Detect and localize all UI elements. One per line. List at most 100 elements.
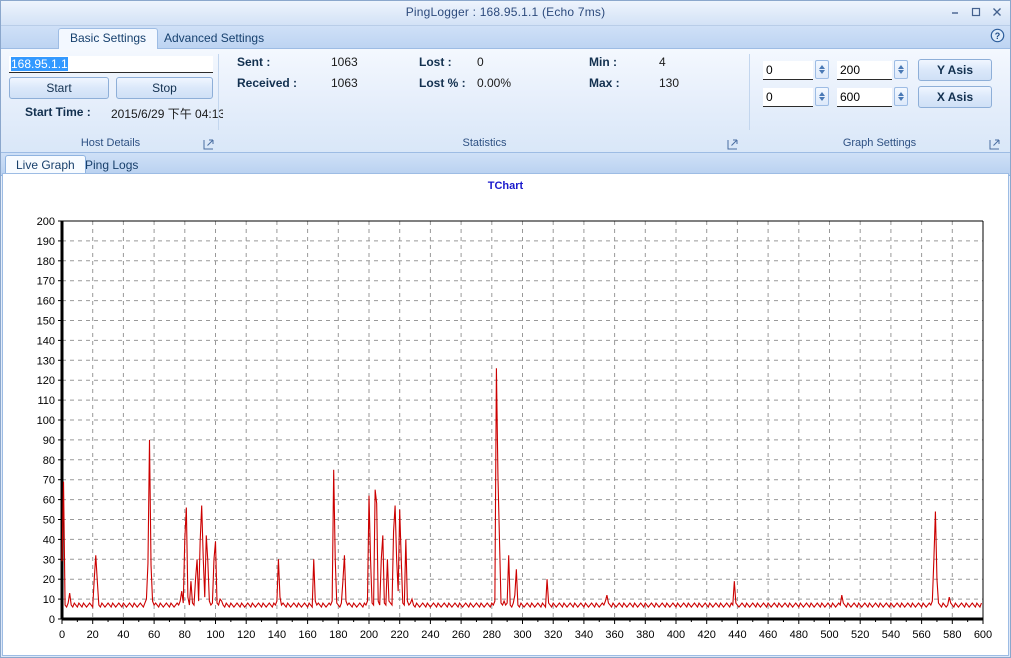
max-value: 130	[659, 76, 680, 90]
svg-text:60: 60	[43, 495, 55, 507]
group-divider-2	[749, 54, 750, 130]
svg-text:260: 260	[452, 629, 470, 641]
window-title: PingLogger : 168.95.1.1 (Echo 7ms)	[405, 5, 606, 19]
y-min-stepper[interactable]	[815, 60, 829, 79]
lost-percent-label: Lost % :	[419, 76, 466, 90]
svg-text:380: 380	[636, 629, 654, 641]
svg-text:40: 40	[43, 534, 55, 546]
ribbon-body: 168.95.1.1 Start Stop Start Time : 2015/…	[1, 49, 1010, 153]
svg-text:140: 140	[37, 335, 55, 347]
svg-text:30: 30	[43, 554, 55, 566]
svg-text:130: 130	[37, 355, 55, 367]
svg-text:70: 70	[43, 475, 55, 487]
lost-value: 0	[477, 55, 484, 69]
tab-advanced-settings[interactable]: Advanced Settings	[153, 29, 275, 48]
ping-line-chart[interactable]: 0 10 20 30 40 50 60 70 80 90 100 110 120 130 140 150 160…	[3, 174, 1010, 658]
group-statistics: Sent : 1063 Received : 1063 Lost : 0 Los…	[219, 49, 750, 152]
svg-text:560: 560	[912, 629, 930, 641]
chevron-up-icon	[819, 65, 825, 69]
min-label: Min :	[589, 55, 617, 69]
svg-text:0: 0	[49, 614, 55, 626]
lost-percent-value: 0.00%	[477, 76, 512, 90]
y-max-stepper[interactable]	[894, 60, 908, 79]
svg-text:200: 200	[360, 629, 378, 641]
x-axis-button[interactable]: X Asis	[918, 86, 992, 108]
svg-text:280: 280	[483, 629, 501, 641]
svg-text:0: 0	[59, 629, 65, 641]
svg-text:220: 220	[391, 629, 409, 641]
host-ip-input[interactable]: 168.95.1.1	[9, 56, 213, 73]
statistics-group-label: Statistics	[462, 137, 507, 149]
host-details-group-label: Host Details	[80, 137, 141, 149]
svg-text:?: ?	[995, 31, 1001, 41]
y-max-input[interactable]: 200	[837, 61, 892, 80]
svg-text:20: 20	[87, 629, 99, 641]
svg-text:150: 150	[37, 316, 55, 328]
chevron-up-icon	[819, 92, 825, 96]
min-value: 4	[659, 55, 666, 69]
title-bar: PingLogger : 168.95.1.1 (Echo 7ms)	[1, 1, 1010, 26]
ping-logger-window: PingLogger : 168.95.1.1 (Echo 7ms) Basic…	[0, 0, 1011, 658]
start-button[interactable]: Start	[9, 77, 109, 99]
svg-text:40: 40	[117, 629, 129, 641]
host-details-dialog-launcher-icon[interactable]	[203, 139, 214, 150]
svg-text:90: 90	[43, 435, 55, 447]
svg-text:160: 160	[298, 629, 316, 641]
svg-text:500: 500	[820, 629, 838, 641]
svg-text:400: 400	[667, 629, 685, 641]
y-min-input[interactable]: 0	[763, 61, 813, 80]
received-label: Received :	[237, 76, 298, 90]
minimize-icon[interactable]	[948, 4, 962, 19]
ribbon-tab-strip: Basic Settings Advanced Settings ?	[1, 26, 1010, 49]
close-icon[interactable]	[990, 4, 1004, 19]
x-min-stepper[interactable]	[815, 87, 829, 106]
chevron-down-icon	[819, 70, 825, 74]
x-min-input[interactable]: 0	[763, 88, 813, 107]
maximize-icon[interactable]	[969, 4, 983, 19]
svg-text:120: 120	[237, 629, 255, 641]
svg-text:100: 100	[37, 415, 55, 427]
y-axis-button[interactable]: Y Asis	[918, 59, 992, 81]
svg-text:110: 110	[37, 395, 55, 407]
svg-text:200: 200	[37, 216, 55, 228]
svg-text:80: 80	[43, 455, 55, 467]
max-label: Max :	[589, 76, 620, 90]
svg-text:160: 160	[37, 296, 55, 308]
chevron-down-icon	[898, 97, 904, 101]
chevron-up-icon	[898, 65, 904, 69]
svg-text:540: 540	[882, 629, 900, 641]
statistics-dialog-launcher-icon[interactable]	[727, 139, 738, 150]
svg-text:440: 440	[728, 629, 746, 641]
svg-text:10: 10	[43, 594, 55, 606]
host-ip-value: 168.95.1.1	[11, 57, 68, 71]
svg-text:80: 80	[179, 629, 191, 641]
window-controls	[948, 4, 1004, 19]
group-graph-settings: 0 200 Y Asis 0 600 X Asis Graph Settings	[751, 49, 1008, 152]
help-icon[interactable]: ?	[990, 28, 1005, 43]
svg-text:420: 420	[698, 629, 716, 641]
svg-text:340: 340	[575, 629, 593, 641]
chevron-up-icon	[898, 92, 904, 96]
svg-text:190: 190	[37, 236, 55, 248]
svg-text:120: 120	[37, 375, 55, 387]
graph-settings-group-label: Graph Settings	[842, 137, 917, 149]
sent-label: Sent :	[237, 55, 271, 69]
tab-basic-settings[interactable]: Basic Settings	[58, 28, 159, 49]
svg-text:180: 180	[37, 256, 55, 268]
group-host-details: 168.95.1.1 Start Stop Start Time : 2015/…	[3, 49, 223, 152]
svg-text:170: 170	[37, 276, 55, 288]
svg-text:240: 240	[421, 629, 439, 641]
x-max-input[interactable]: 600	[837, 88, 892, 107]
chevron-down-icon	[819, 97, 825, 101]
svg-text:180: 180	[329, 629, 347, 641]
svg-text:20: 20	[43, 574, 55, 586]
stop-button[interactable]: Stop	[116, 77, 213, 99]
svg-text:320: 320	[544, 629, 562, 641]
svg-text:360: 360	[605, 629, 623, 641]
svg-text:580: 580	[943, 629, 961, 641]
svg-text:50: 50	[43, 515, 55, 527]
svg-text:520: 520	[851, 629, 869, 641]
svg-text:100: 100	[206, 629, 224, 641]
graph-settings-dialog-launcher-icon[interactable]	[989, 139, 1000, 150]
x-max-stepper[interactable]	[894, 87, 908, 106]
